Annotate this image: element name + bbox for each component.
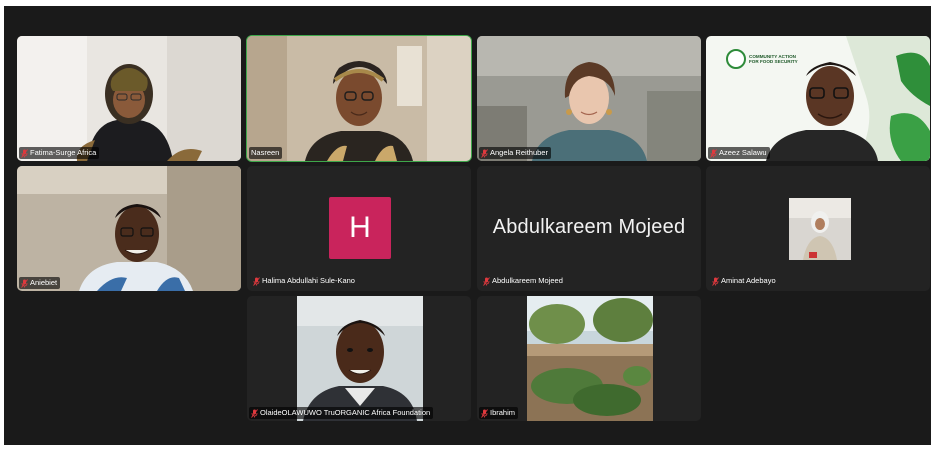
participant-video (297, 296, 423, 421)
mic-muted-icon (710, 148, 717, 158)
participant-video (527, 296, 653, 421)
mic-muted-icon (253, 276, 260, 286)
participant-tile-olaide[interactable]: OlaideOLAWUWO TruORGANIC Africa Foundati… (247, 296, 471, 421)
mic-muted-icon (712, 276, 719, 286)
participant-name: Ibrahim (490, 408, 516, 417)
participant-video (247, 36, 471, 161)
participant-video (17, 166, 241, 291)
participant-video (477, 36, 701, 161)
participant-name: Fatima-Surge Africa (30, 148, 97, 157)
participant-tile-halima[interactable]: H Halima Abdullahi Sule-Kano (247, 166, 471, 291)
participant-name: Nasreen (251, 148, 280, 157)
participant-avatar: H (329, 197, 391, 259)
participant-name: Azeez Salawu (719, 148, 767, 157)
mic-muted-icon (251, 408, 258, 418)
participant-nameplate: Aniebiet (19, 277, 61, 289)
participant-nameplate: Aminat Adebayo (710, 275, 779, 287)
participant-name: Aminat Adebayo (721, 276, 776, 285)
participant-tile-angela[interactable]: Angela Reithuber (477, 36, 701, 161)
organization-logo-text: COMMUNITY ACTION FOR FOOD SECURITY (749, 53, 798, 65)
participant-nameplate: Halima Abdullahi Sule-Kano (251, 275, 358, 287)
participant-tile-fatima[interactable]: Fatima-Surge Africa (17, 36, 241, 161)
participant-video (17, 36, 241, 161)
mic-muted-icon (483, 276, 490, 286)
participant-tile-azeez[interactable]: COMMUNITY ACTION FOR FOOD SECURITY Azeez… (706, 36, 930, 161)
mic-muted-icon (21, 278, 28, 288)
participant-nameplate: Fatima-Surge Africa (19, 147, 100, 159)
mic-muted-icon (481, 148, 488, 158)
participant-display-name: Abdulkareem Mojeed (492, 216, 686, 238)
participant-nameplate: Ibrahim (479, 407, 519, 419)
meeting-window: Fatima-Surge Africa Nasreen Angela Reith… (4, 6, 931, 445)
participant-tile-ibrahim[interactable]: Ibrahim (477, 296, 701, 421)
participant-nameplate: Abdulkareem Mojeed (481, 275, 566, 287)
mic-muted-icon (21, 148, 28, 158)
participant-tile-abdulkareem[interactable]: Abdulkareem Mojeed Abdulkareem Mojeed (477, 166, 701, 291)
gallery-view: Fatima-Surge Africa Nasreen Angela Reith… (4, 6, 931, 445)
organization-logo: COMMUNITY ACTION FOR FOOD SECURITY (726, 49, 801, 69)
participant-name: Aniebiet (30, 278, 58, 287)
participant-name: OlaideOLAWUWO TruORGANIC Africa Foundati… (260, 408, 431, 417)
participant-profile-photo (789, 198, 851, 260)
participant-nameplate: OlaideOLAWUWO TruORGANIC Africa Foundati… (249, 407, 434, 419)
mic-muted-icon (481, 408, 488, 418)
participant-nameplate: Azeez Salawu (708, 147, 770, 159)
participant-tile-nasreen[interactable]: Nasreen (246, 35, 472, 162)
participant-name: Angela Reithuber (490, 148, 548, 157)
logo-seal-icon (726, 49, 746, 69)
participant-nameplate: Nasreen (249, 147, 283, 159)
participant-name: Halima Abdullahi Sule-Kano (262, 276, 355, 285)
participant-nameplate: Angela Reithuber (479, 147, 551, 159)
participant-tile-aniebiet[interactable]: Aniebiet (17, 166, 241, 291)
participant-name: Abdulkareem Mojeed (492, 276, 563, 285)
participant-tile-aminat[interactable]: Aminat Adebayo (706, 166, 930, 291)
